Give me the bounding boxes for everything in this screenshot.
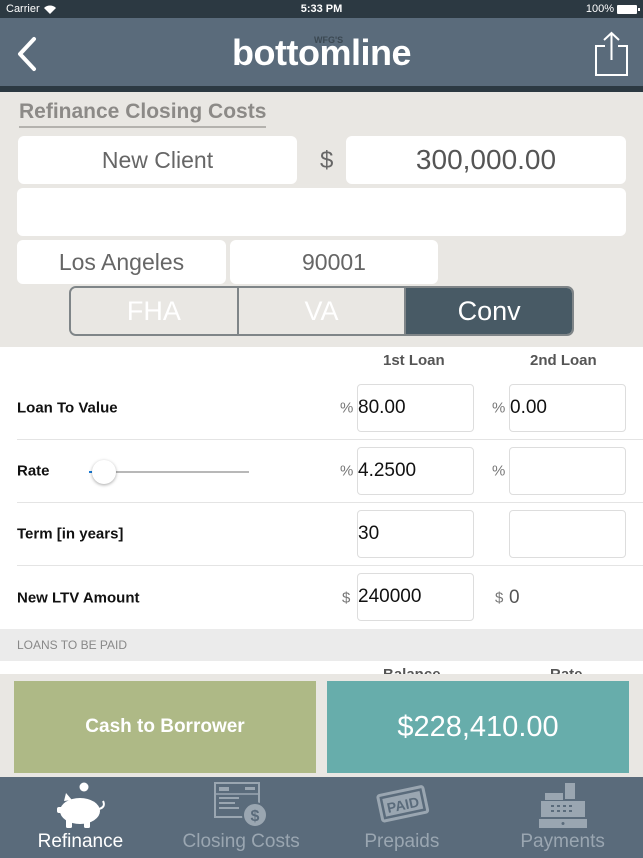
amount-field[interactable]: 300,000.00 <box>346 136 626 184</box>
loans-table: 1st Loan 2nd Loan Loan To Value % 80.00 … <box>0 347 643 629</box>
section-title: Refinance Closing Costs <box>19 100 267 128</box>
city-field[interactable]: Los Angeles <box>17 240 226 284</box>
tab-refinance[interactable]: Refinance <box>0 777 161 858</box>
nav-bar: WFG'S bottomline <box>0 18 643 86</box>
app-logo: WFG'S bottomline <box>0 32 643 74</box>
new-ltv-1st-input[interactable]: 240000 <box>357 573 474 621</box>
cash-to-borrower-label: Cash to Borrower <box>14 681 316 773</box>
tab-label: Prepaids <box>364 831 440 852</box>
loan-type-va[interactable]: VA <box>238 288 407 334</box>
tab-prepaids[interactable]: PAID Prepaids <box>322 777 483 858</box>
piggy-bank-icon <box>57 782 106 828</box>
share-button[interactable] <box>593 30 631 78</box>
ltv-1st-input[interactable]: 80.00 <box>357 384 474 432</box>
prefix-1: % <box>340 462 354 480</box>
battery-indicator: 100% <box>585 3 640 15</box>
prefix-1: % <box>340 399 354 417</box>
rate-2nd-input[interactable] <box>509 447 626 495</box>
share-icon <box>595 31 628 76</box>
row-rate: Rate % 4.2500 % <box>17 440 643 503</box>
tab-payments[interactable]: Payments <box>482 777 643 858</box>
loan-type-selector: FHA VA Conv <box>69 286 574 336</box>
logo-prefix: WFG'S <box>314 35 344 45</box>
section-header-label: LOANS TO BE PAID <box>17 638 128 652</box>
term-1st-input[interactable]: 30 <box>357 510 474 558</box>
rate-1st-input[interactable]: 4.2500 <box>357 447 474 495</box>
cash-register-icon <box>538 783 587 828</box>
col-header-1st-loan: 1st Loan <box>383 352 445 369</box>
currency-symbol: $ <box>320 147 334 174</box>
new-ltv-2nd-value: 0 <box>509 586 520 608</box>
svg-text:PAID: PAID <box>385 794 420 816</box>
row-label: New LTV Amount <box>17 589 140 606</box>
battery-icon <box>617 4 640 14</box>
zip-field[interactable]: 90001 <box>230 240 438 284</box>
row-label: Rate <box>17 462 50 480</box>
client-name-field[interactable]: New Client <box>18 136 297 184</box>
tab-label: Closing Costs <box>182 831 300 852</box>
summary-panel: Cash to Borrower $228,410.00 <box>0 674 643 777</box>
paid-stamp-icon: PAID <box>376 785 429 823</box>
client-form: Refinance Closing Costs New Client $ 300… <box>0 92 643 347</box>
slider-thumb[interactable] <box>92 460 116 484</box>
prefix-2: $ <box>495 589 504 606</box>
rate-slider[interactable] <box>89 460 249 484</box>
prefix-1: $ <box>342 589 351 606</box>
status-bar: Carrier 5:33 PM 100% <box>0 0 643 18</box>
prefix-2: % <box>492 399 506 417</box>
ltv-2nd-input[interactable]: 0.00 <box>509 384 626 432</box>
cash-to-borrower-value: $228,410.00 <box>327 681 629 773</box>
tab-label: Payments <box>520 831 605 852</box>
tab-label: Refinance <box>37 831 124 852</box>
loan-type-conv[interactable]: Conv <box>406 288 572 334</box>
status-time: 5:33 PM <box>300 3 343 15</box>
prefix-2: % <box>492 462 506 480</box>
row-new-ltv-amount: New LTV Amount $ 240000 $ 0 <box>17 566 643 629</box>
tab-closing-costs[interactable]: $ Closing Costs <box>161 777 322 858</box>
row-term: Term [in years] 30 <box>17 503 643 566</box>
svg-text:$: $ <box>251 808 260 825</box>
battery-percent: 100% <box>585 3 614 15</box>
address-field[interactable] <box>17 188 626 236</box>
row-loan-to-value: Loan To Value % 80.00 % 0.00 <box>17 377 643 440</box>
document-dollar-icon: $ <box>214 782 269 828</box>
row-label: Loan To Value <box>17 399 118 417</box>
tab-bar: Refinance $ Closing Costs PAID Prepaids <box>0 777 643 858</box>
row-label: Term [in years] <box>17 525 124 543</box>
term-2nd-input[interactable] <box>509 510 626 558</box>
loan-type-fha[interactable]: FHA <box>71 288 239 334</box>
loans-to-be-paid-header: LOANS TO BE PAID <box>0 629 643 661</box>
col-header-2nd-loan: 2nd Loan <box>530 352 597 369</box>
